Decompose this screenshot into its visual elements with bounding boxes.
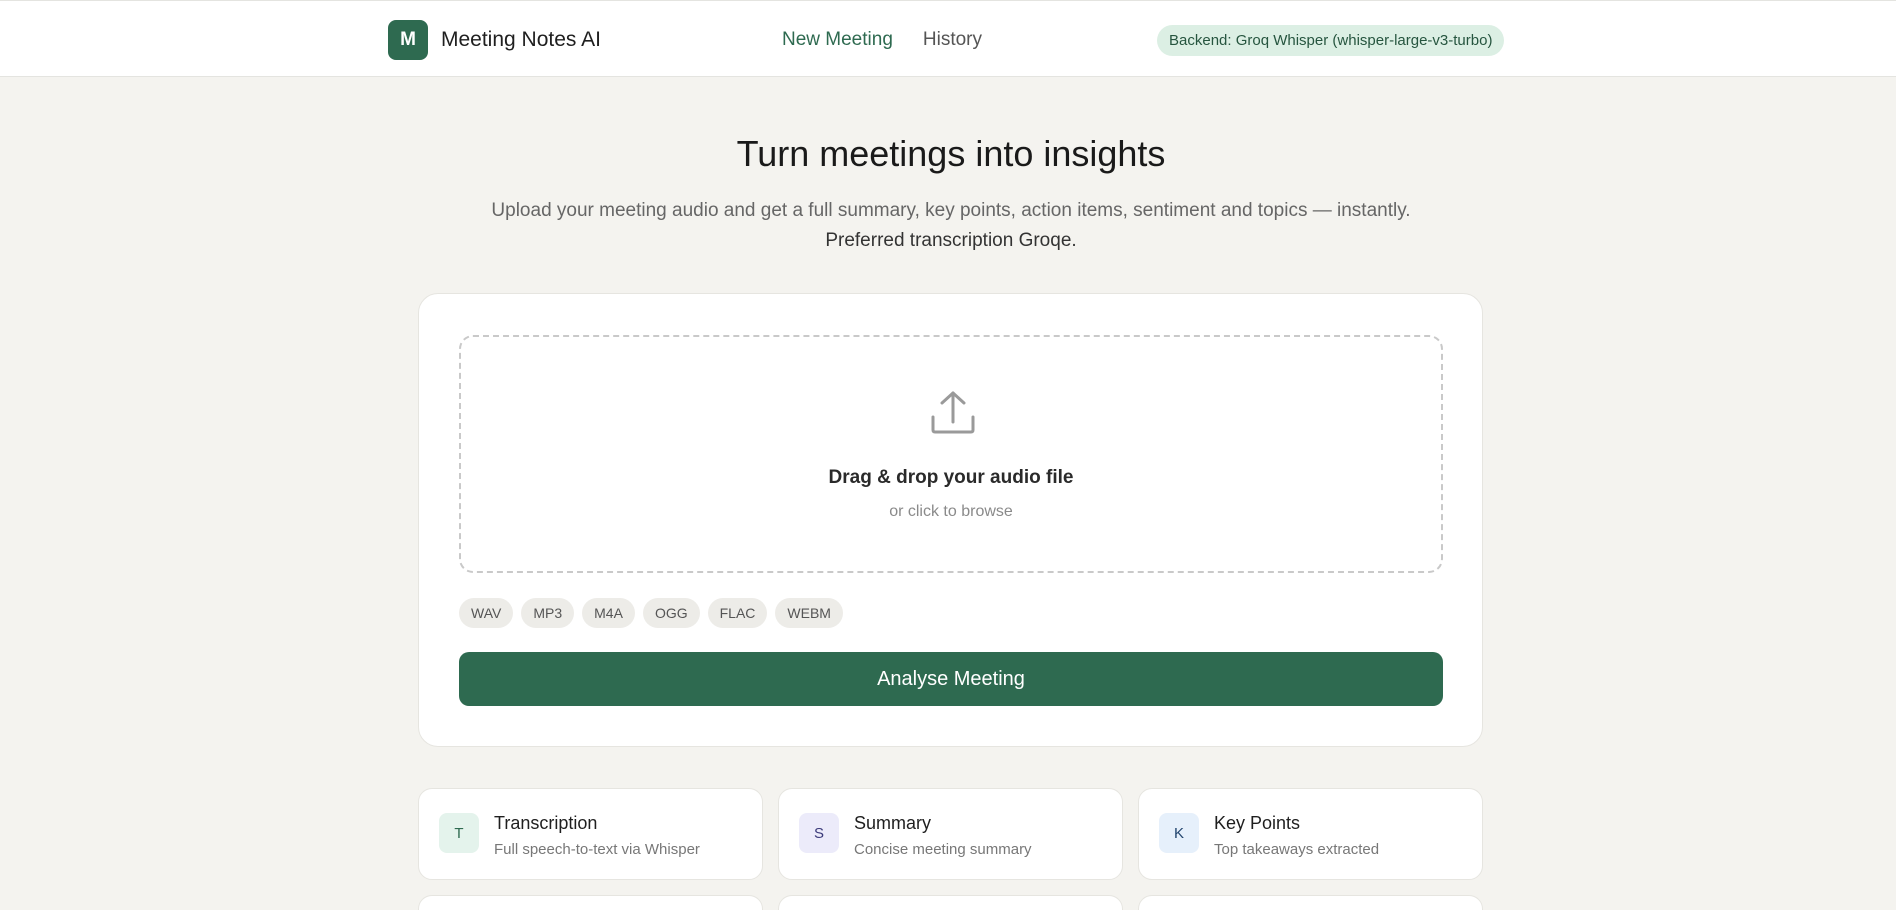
feature-title: Transcription — [494, 813, 598, 833]
upload-card: Drag & drop your audio file or click to … — [418, 293, 1483, 747]
feature-badge: S — [799, 813, 839, 853]
page-title: Turn meetings into insights — [736, 133, 1166, 174]
feature-card-transcription: T Transcription Full speech-to-text via … — [418, 788, 763, 880]
format-chip-ogg: OGG — [642, 598, 700, 628]
subtitle-line-2: Preferred transcription Groqe. — [825, 230, 1077, 251]
brand[interactable]: M Meeting Notes AI — [388, 20, 601, 60]
feature-description: Full speech-to-text via Whisper — [494, 841, 700, 858]
format-chip-wav: WAV — [459, 598, 514, 628]
nav-history[interactable]: History — [923, 29, 982, 51]
feature-title: Summary — [854, 813, 932, 833]
feature-card-summary: S Summary Concise meeting summary — [778, 788, 1123, 880]
nav-new-meeting[interactable]: New Meeting — [782, 29, 893, 51]
subtitle-line-1: Upload your meeting audio and get a full… — [491, 200, 1411, 221]
feature-badge: K — [1159, 813, 1199, 853]
feature-card-partial — [778, 895, 1123, 910]
dropzone-title: Drag & drop your audio file — [828, 467, 1074, 488]
main-nav: New Meeting History — [782, 29, 982, 51]
feature-badge: T — [439, 813, 479, 853]
format-chip-mp3: MP3 — [521, 598, 575, 628]
format-chip-flac: FLAC — [707, 598, 768, 628]
audio-dropzone[interactable]: Drag & drop your audio file or click to … — [459, 335, 1443, 573]
supported-formats: WAV MP3 M4A OGG FLAC WEBM — [459, 598, 843, 628]
feature-description: Top takeaways extracted — [1214, 841, 1380, 858]
backend-status-badge: Backend: Groq Whisper (whisper-large-v3-… — [1157, 25, 1505, 56]
top-navigation-bar: M Meeting Notes AI New Meeting History B… — [0, 0, 1896, 77]
feature-title: Key Points — [1214, 813, 1301, 833]
app-logo: M — [388, 20, 428, 60]
feature-card-key-points: K Key Points Top takeaways extracted — [1138, 788, 1483, 880]
feature-description: Concise meeting summary — [854, 841, 1032, 858]
analyse-meeting-button[interactable]: Analyse Meeting — [459, 652, 1443, 706]
dropzone-subtitle: or click to browse — [889, 503, 1013, 520]
feature-card-partial — [1138, 895, 1483, 910]
page-subtitle: Upload your meeting audio and get a full… — [0, 196, 1896, 256]
format-chip-webm: WEBM — [775, 598, 843, 628]
upload-icon — [931, 391, 975, 434]
format-chip-m4a: M4A — [582, 598, 635, 628]
feature-card-partial — [418, 895, 763, 910]
app-name: Meeting Notes AI — [441, 28, 601, 51]
